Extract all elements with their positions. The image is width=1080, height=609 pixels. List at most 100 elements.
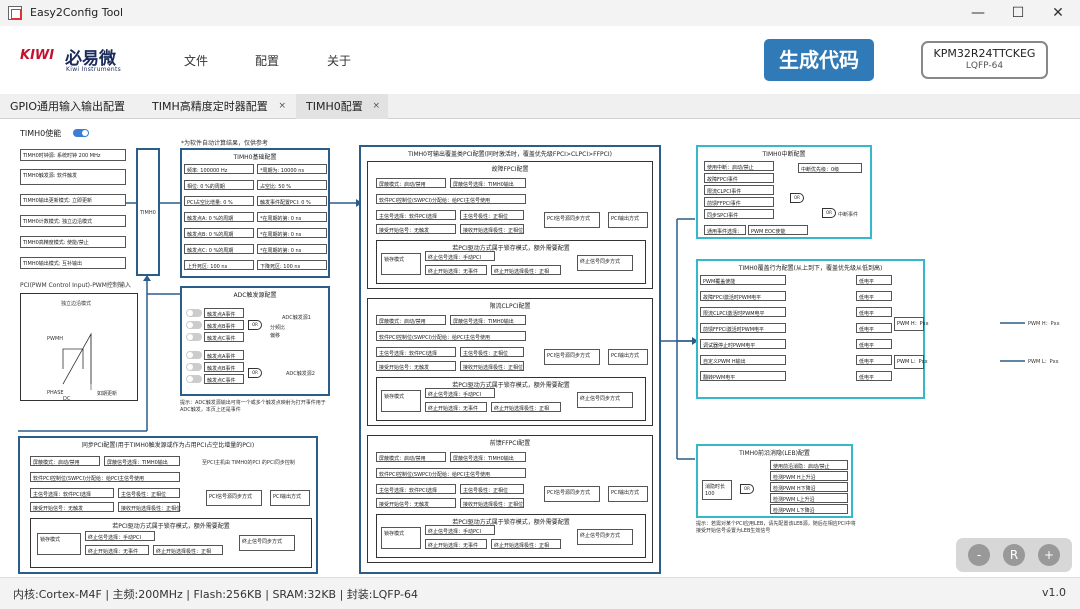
pci-latch-mode[interactable]: 锁存模式 <box>381 253 421 275</box>
override-value[interactable]: 低电平 <box>856 371 892 381</box>
sync-term-start[interactable]: 终止开始选择：无事件 <box>85 545 149 555</box>
override-value[interactable]: 低电平 <box>856 339 892 349</box>
hires-mode-row[interactable]: TIMH0高精度模式: 使能/禁止 <box>20 236 126 248</box>
tab-timh0[interactable]: TIMH0配置 × <box>296 94 388 119</box>
base-row-right[interactable]: *周期为: 10000 ns <box>257 164 327 174</box>
base-row-left[interactable]: 触发点C: 0 %的周期 <box>184 244 254 254</box>
close-button[interactable]: ✕ <box>1038 2 1078 24</box>
pci-main-polarity[interactable]: 主信号极性：正相位 <box>460 484 524 494</box>
pci-term-signal[interactable]: 终止信号选择：手动PCI <box>425 525 495 535</box>
adc-item-toggle[interactable] <box>186 321 202 329</box>
base-row-left[interactable]: 相位: 0 %的周期 <box>184 180 254 190</box>
pci-sw-control[interactable]: 软件PCI控制位(SWPCI)分配给：给PCI主信号使用 <box>376 331 526 341</box>
sync-out-mode[interactable]: PCI输出方式 <box>270 490 310 506</box>
pci-out-mode[interactable]: PCI输出方式 <box>608 349 648 365</box>
pci-term-start[interactable]: 终止开始选择：无事件 <box>425 402 487 412</box>
base-row-right[interactable]: 下降死区: 100 ns <box>257 260 327 270</box>
pci-main-polarity[interactable]: 主信号极性：正相位 <box>460 347 524 357</box>
pci-term-start[interactable]: 终止开始选择：无事件 <box>425 265 487 275</box>
pci-mask-mode[interactable]: 屏蔽模式：启动/禁用 <box>376 315 446 325</box>
base-row-right[interactable]: 触发事件配置PCI: 0 % <box>257 196 327 206</box>
pci-term-polarity[interactable]: 终止开始选择极性：正相 <box>491 265 561 275</box>
override-row[interactable]: 前馈FFPCI激活时PWM电平 <box>700 323 786 333</box>
irq-row[interactable]: 故障FPCI事件 <box>704 173 774 183</box>
pci-mask-signal[interactable]: 屏蔽信号选择：TIMH0输出 <box>450 452 526 462</box>
pci-accept-signal[interactable]: 接受开始信号：无触发 <box>376 224 456 234</box>
minimize-button[interactable]: — <box>958 2 998 24</box>
pci-main-signal[interactable]: 主信号选择：软件PCI选择 <box>376 484 456 494</box>
adc-item-toggle[interactable] <box>186 309 202 317</box>
zoom-out-button[interactable]: - <box>968 544 990 566</box>
override-row[interactable]: 自定义PWM H输出 <box>700 355 786 365</box>
pci-mask-mode[interactable]: 屏蔽模式：启动/禁用 <box>376 178 446 188</box>
override-row[interactable]: 限流CLPCI激活时PWM电平 <box>700 307 786 317</box>
zoom-reset-button[interactable]: R <box>1003 544 1025 566</box>
base-row-right[interactable]: *在周期的第: 0 ns <box>257 228 327 238</box>
override-row[interactable]: 翻转PWM电平 <box>700 371 786 381</box>
tab-close-icon[interactable]: × <box>372 94 380 119</box>
irq-priority[interactable]: 中断优先级：0级 <box>798 163 862 173</box>
pci-term-sync[interactable]: 终止信号同步方式 <box>577 255 633 271</box>
chip-selector[interactable]: KPM32R24TTCKEG LQFP-64 <box>921 41 1048 79</box>
pci-accept-signal[interactable]: 接受开始信号：无触发 <box>376 361 456 371</box>
sync-mask-mode[interactable]: 屏蔽模式：启动/禁用 <box>30 456 100 466</box>
adc-trigger-item[interactable]: 触发点C事件 <box>204 374 244 384</box>
maximize-button[interactable]: ☐ <box>998 2 1038 24</box>
tab-gpio[interactable]: GPIO通用输入输出配置 <box>0 94 140 119</box>
sync-term-signal[interactable]: 终止信号选择：手动PCI <box>85 531 155 541</box>
sync-main-signal[interactable]: 主信号选择：软件PCI选择 <box>30 488 114 498</box>
base-row-left[interactable]: 触发点B: 0 %的周期 <box>184 228 254 238</box>
irq-row[interactable]: 同步SPCI事件 <box>704 209 774 219</box>
sync-term-polarity[interactable]: 终止开始选择极性：正相 <box>153 545 223 555</box>
pci-term-signal[interactable]: 终止信号选择：手动PCI <box>425 388 495 398</box>
sync-sw-pci[interactable]: 软件PCI控制位(SWPCI)分配给：给PCI主信号使用 <box>30 472 180 482</box>
pci-term-signal[interactable]: 终止信号选择：手动PCI <box>425 251 495 261</box>
override-row[interactable]: PWM覆盖使能 <box>700 275 786 285</box>
base-row-right[interactable]: *在周期的第: 0 ns <box>257 212 327 222</box>
adc-item-toggle[interactable] <box>186 363 202 371</box>
sync-term-sync[interactable]: 终止信号同步方式 <box>239 535 295 551</box>
timh0-enable-toggle[interactable] <box>73 129 89 137</box>
pci-accept-polarity[interactable]: 接收开始选择极性：正相位 <box>460 224 524 234</box>
override-value[interactable]: 低电平 <box>856 355 892 365</box>
adc-trigger-item[interactable]: 触发点B事件 <box>204 320 244 330</box>
menu-about[interactable]: 关于 <box>327 52 351 69</box>
base-row-left[interactable]: 频率: 100000 Hz <box>184 164 254 174</box>
pci-sw-control[interactable]: 软件PCI控制位(SWPCI)分配给：给PCI主信号使用 <box>376 194 526 204</box>
adc-item-toggle[interactable] <box>186 351 202 359</box>
zoom-in-button[interactable]: + <box>1038 544 1060 566</box>
pci-sw-control[interactable]: 软件PCI控制位(SWPCI)分配给：给PCI主信号使用 <box>376 468 526 478</box>
pci-main-signal[interactable]: 主信号选择：软件PCI选择 <box>376 347 456 357</box>
override-row[interactable]: 故障FPCI激活时PWM电平 <box>700 291 786 301</box>
pci-term-sync[interactable]: 终止信号同步方式 <box>577 392 633 408</box>
menu-file[interactable]: 文件 <box>184 52 208 69</box>
override-value[interactable]: 低电平 <box>856 323 892 333</box>
pci-latch-mode[interactable]: 锁存模式 <box>381 527 421 549</box>
irq-event-select[interactable]: PWM EOC使能 <box>748 225 808 235</box>
leb-row[interactable]: 使用前沿消隐：启动/禁止 <box>770 460 848 470</box>
sync-main-polarity[interactable]: 主信号极性：正相位 <box>118 488 180 498</box>
pci-main-polarity[interactable]: 主信号极性：正相位 <box>460 210 524 220</box>
adc-item-toggle[interactable] <box>186 375 202 383</box>
sync-gen-mode[interactable]: PCI信号源同步方式 <box>206 490 262 506</box>
irq-row[interactable]: 使用中断：启动/禁止 <box>704 161 774 171</box>
pci-main-signal[interactable]: 主信号选择：软件PCI选择 <box>376 210 456 220</box>
sync-accept-signal[interactable]: 接受开始信号：无触发 <box>30 502 114 512</box>
pci-gen-mode[interactable]: PCI信号源同步方式 <box>544 486 600 502</box>
pci-out-mode[interactable]: PCI输出方式 <box>608 212 648 228</box>
clock-source-row[interactable]: TIMH0时钟源: 系统时钟 200 MHz <box>20 149 126 161</box>
pci-term-polarity[interactable]: 终止开始选择极性：正相 <box>491 402 561 412</box>
pci-mask-signal[interactable]: 屏蔽信号选择：TIMH0输出 <box>450 178 526 188</box>
pci-accept-polarity[interactable]: 接收开始选择极性：正相位 <box>460 361 524 371</box>
menu-config[interactable]: 配置 <box>255 52 279 69</box>
irq-row[interactable]: 限流CLPCI事件 <box>704 185 774 195</box>
pci-accept-polarity[interactable]: 接收开始选择极性：正相位 <box>460 498 524 508</box>
leb-row[interactable]: 检测PWM L上升沿 <box>770 493 848 503</box>
base-row-right[interactable]: 占空比: 50 % <box>257 180 327 190</box>
irq-row[interactable]: 前馈FFPCI事件 <box>704 197 774 207</box>
generate-code-button[interactable]: 生成代码 <box>764 39 874 81</box>
pci-gen-mode[interactable]: PCI信号源同步方式 <box>544 212 600 228</box>
adc-trigger-item[interactable]: 触发点B事件 <box>204 362 244 372</box>
pci-mask-signal[interactable]: 屏蔽信号选择：TIMH0输出 <box>450 315 526 325</box>
leb-time-field[interactable]: 消隐时长 100 <box>702 480 732 500</box>
